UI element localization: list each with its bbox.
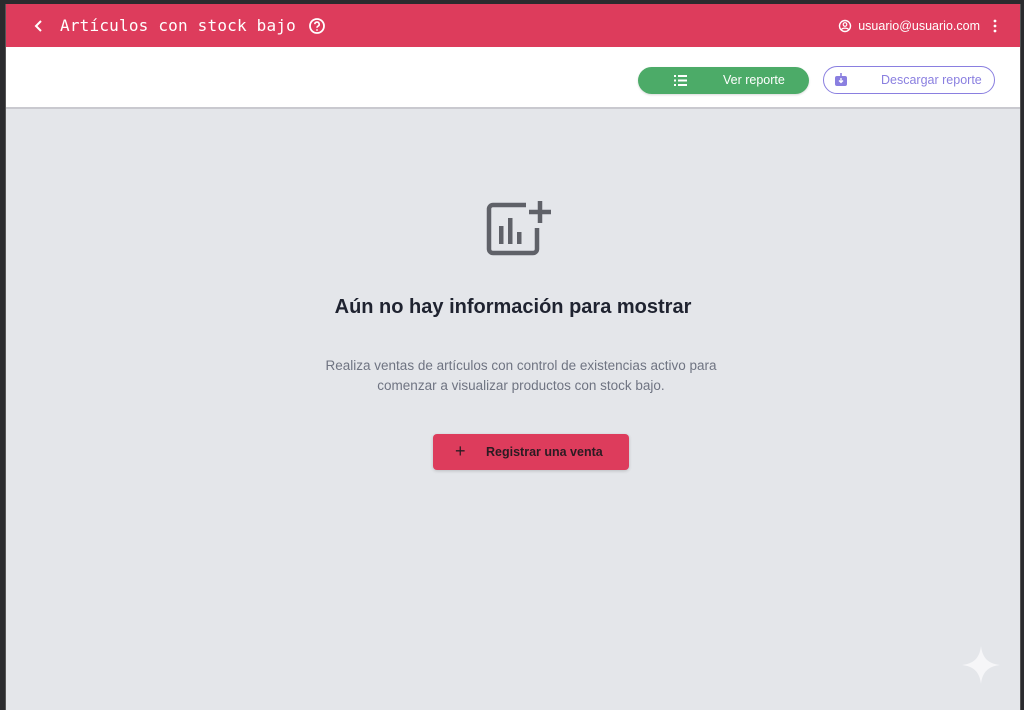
- kebab-menu-icon[interactable]: [992, 18, 998, 34]
- description-line-1: Realiza ventas de artículos con control …: [325, 358, 717, 373]
- sparkle-icon: [962, 646, 1000, 684]
- register-sale-button[interactable]: + Registrar una venta: [433, 434, 629, 470]
- user-menu[interactable]: usuario@usuario.com: [838, 4, 998, 47]
- chevron-left-icon: [34, 19, 42, 32]
- download-report-label: Descargar reporte: [881, 73, 982, 87]
- list-icon: [674, 75, 687, 86]
- toolbar: Ver reporte Descargar reporte: [6, 47, 1020, 109]
- view-report-button[interactable]: Ver reporte: [638, 67, 809, 94]
- user-email: usuario@usuario.com: [858, 18, 980, 33]
- plus-icon: +: [455, 441, 466, 461]
- user-icon: [839, 19, 852, 32]
- empty-state-heading: Aún no hay información para mostrar: [334, 296, 692, 318]
- register-sale-label: Registrar una venta: [486, 445, 603, 459]
- description-line-2: comenzar a visualizar productos con stoc…: [377, 378, 665, 393]
- download-icon: [835, 73, 847, 86]
- empty-state-description: Realiza ventas de artículos con control …: [266, 356, 776, 396]
- top-bar: Artículos con stock bajo usuario@usuario…: [6, 4, 1020, 47]
- page-title: Artículos con stock bajo: [60, 16, 296, 35]
- view-report-label: Ver reporte: [723, 73, 785, 87]
- download-report-button[interactable]: Descargar reporte: [823, 66, 995, 94]
- app-window: Artículos con stock bajo usuario@usuario…: [5, 4, 1021, 710]
- back-button[interactable]: [30, 17, 48, 35]
- help-circle-icon[interactable]: [308, 17, 326, 35]
- chart-add-icon: [486, 201, 551, 256]
